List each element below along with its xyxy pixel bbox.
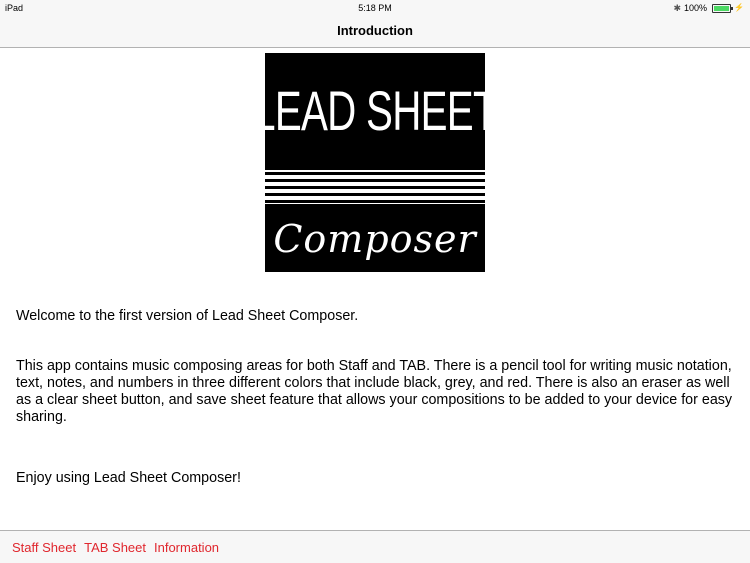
staff-line <box>265 186 485 189</box>
bottom-toolbar: Staff Sheet TAB Sheet Information <box>0 530 750 563</box>
staff-line <box>265 200 485 203</box>
toolbar-items: Staff Sheet TAB Sheet Information <box>12 540 219 555</box>
staff-sheet-button[interactable]: Staff Sheet <box>12 540 76 555</box>
battery-percent: 100% <box>684 3 708 13</box>
battery-icon <box>712 3 734 13</box>
bluetooth-icon: ✱ <box>673 3 681 13</box>
logo-staff-lines <box>265 170 485 204</box>
status-time: 5:18 PM <box>358 3 392 13</box>
navigation-bar: Introduction <box>0 16 750 48</box>
screen: iPad 5:18 PM ✱ 100% ⚡ Introduction LEAD … <box>0 0 750 563</box>
app-logo: LEAD SHEET Composer <box>253 53 498 272</box>
status-bar: iPad 5:18 PM ✱ 100% ⚡ <box>0 0 750 16</box>
welcome-text: Welcome to the first version of Lead She… <box>16 308 359 324</box>
information-button[interactable]: Information <box>154 540 219 555</box>
battery-fill <box>714 5 730 11</box>
tab-sheet-button[interactable]: TAB Sheet <box>84 540 146 555</box>
enjoy-text: Enjoy using Lead Sheet Composer! <box>16 470 241 486</box>
logo-subtitle: Composer <box>273 217 477 261</box>
staff-line <box>265 193 485 196</box>
staff-line <box>265 172 485 175</box>
description-text: This app contains music composing areas … <box>16 358 733 425</box>
status-right-group: ✱ 100% ⚡ <box>673 0 744 16</box>
logo-title: LEAD SHEET <box>253 79 497 142</box>
charging-icon: ⚡ <box>734 3 744 12</box>
page-title: Introduction <box>337 23 413 38</box>
staff-line <box>265 179 485 182</box>
